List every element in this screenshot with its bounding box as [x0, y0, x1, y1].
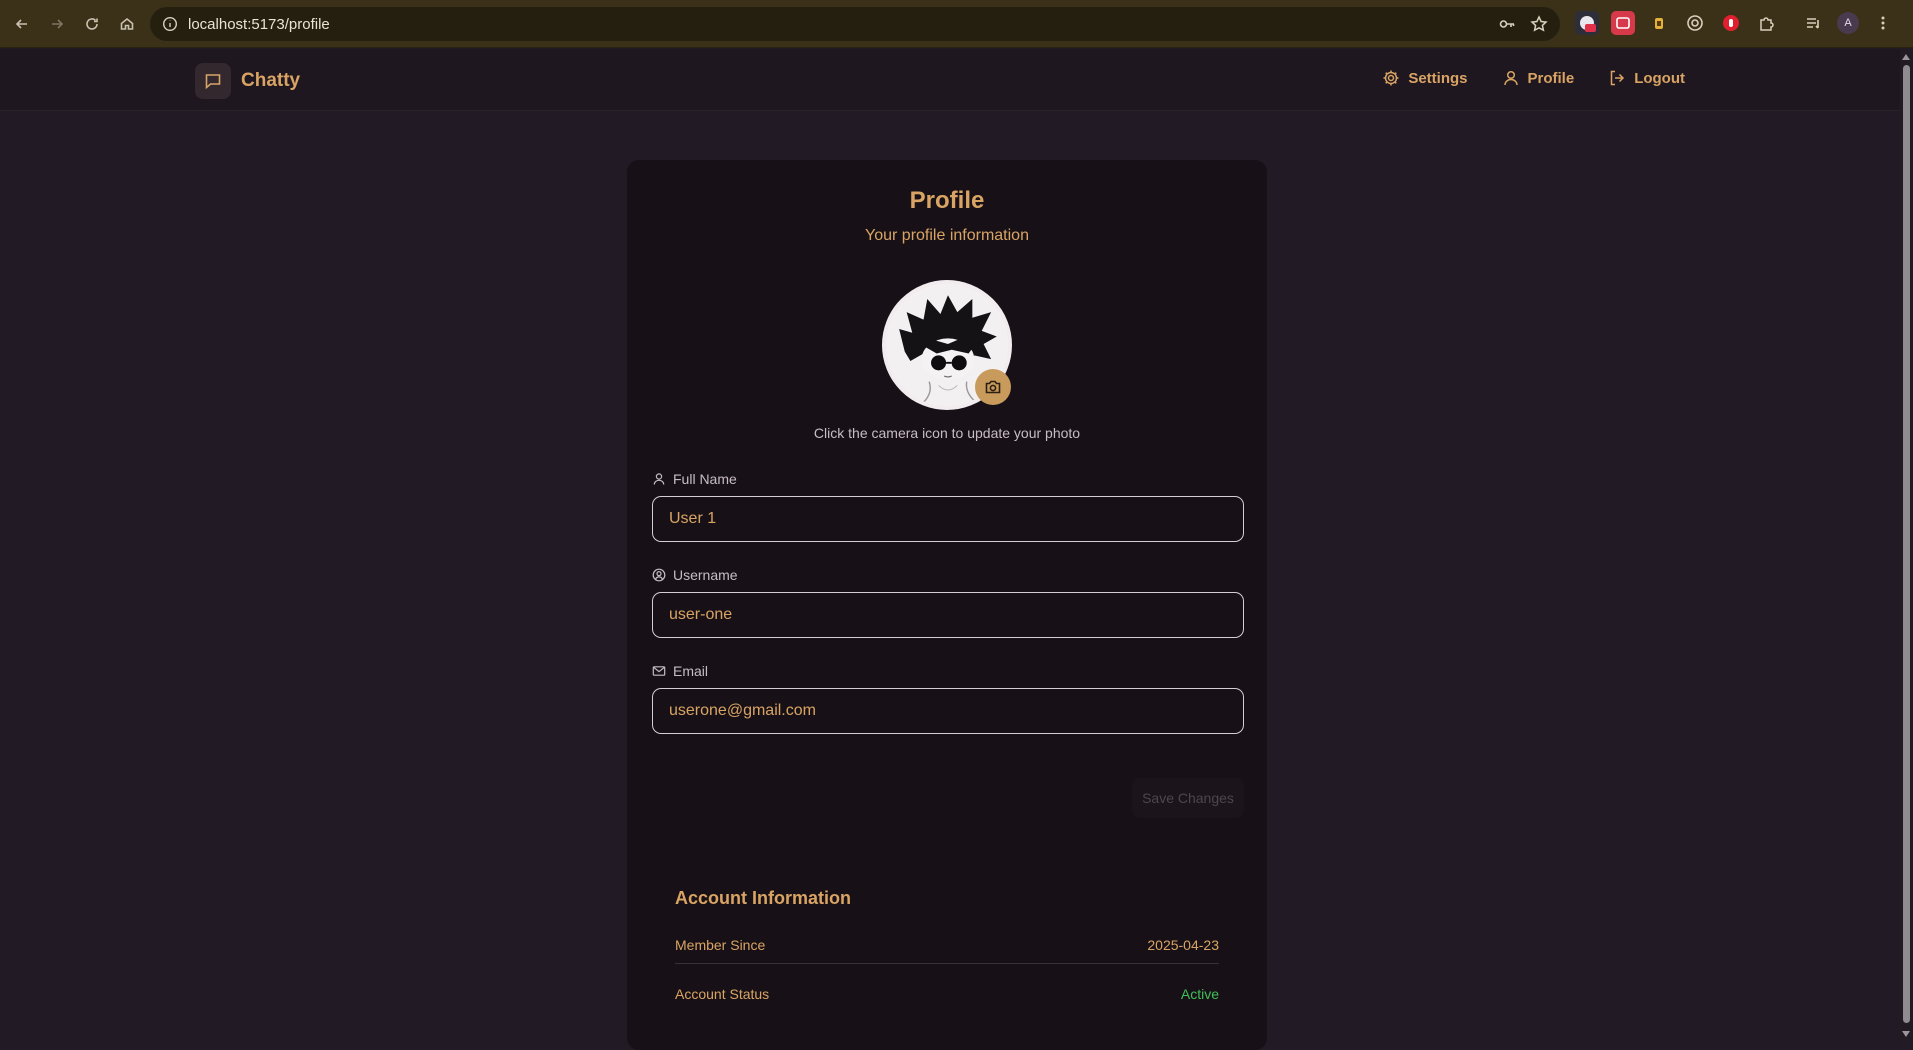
change-photo-button[interactable]: [975, 369, 1011, 405]
username-label: Username: [652, 566, 1244, 584]
nav-profile-link[interactable]: Profile: [1502, 69, 1575, 87]
full-name-label-text: Full Name: [673, 471, 737, 487]
member-since-value: 2025-04-23: [1147, 937, 1219, 953]
nav-logout-label: Logout: [1634, 69, 1685, 87]
account-status-row: Account Status Active: [675, 974, 1219, 1014]
reading-list-icon[interactable]: [1801, 11, 1825, 35]
member-since-row: Member Since 2025-04-23: [675, 925, 1219, 965]
scroll-thumb[interactable]: [1903, 65, 1910, 1023]
browser-profile-avatar[interactable]: A: [1837, 12, 1859, 34]
brand-link[interactable]: Chatty: [195, 63, 300, 99]
arrow-left-icon: [15, 18, 27, 29]
full-name-input[interactable]: [652, 496, 1244, 542]
extension-hand-icon[interactable]: [1719, 11, 1743, 35]
address-bar[interactable]: localhost:5173/profile: [150, 7, 1560, 41]
bookmark-star-icon[interactable]: [1530, 15, 1548, 33]
nav-settings-label: Settings: [1408, 69, 1468, 87]
chat-bubble-icon: [195, 63, 231, 99]
app-header: Chatty Settings Profile Logout: [0, 49, 1900, 111]
logout-icon: [1610, 70, 1625, 86]
account-divider: [675, 963, 1219, 964]
camera-icon: [985, 380, 1001, 394]
browser-toolbar: localhost:5173/profile A: [0, 0, 1913, 48]
full-name-field: Full Name: [652, 470, 1244, 542]
scroll-up-arrow[interactable]: [1902, 54, 1910, 60]
home-button[interactable]: [114, 11, 140, 37]
page-subtitle: Your profile information: [865, 227, 1029, 244]
nav-settings-link[interactable]: Settings: [1382, 69, 1468, 87]
extension-red-icon[interactable]: [1611, 11, 1635, 35]
user-icon: [1503, 70, 1518, 86]
site-info-icon[interactable]: [162, 16, 178, 32]
extensions-area: A: [1575, 11, 1895, 35]
home-icon: [120, 17, 134, 30]
extension-circle-icon[interactable]: [1683, 11, 1707, 35]
url-text[interactable]: localhost:5173/profile: [188, 16, 330, 33]
username-label-text: Username: [673, 567, 738, 583]
header-nav: Settings Profile Logout: [1382, 69, 1685, 87]
avatar-hint: Click the camera icon to update your pho…: [813, 425, 1081, 441]
email-label: Email: [652, 662, 1244, 680]
extension-off-icon[interactable]: [1575, 11, 1599, 35]
forward-button[interactable]: [44, 11, 70, 37]
extension-yellow-icon[interactable]: [1647, 11, 1671, 35]
nav-logout-link[interactable]: Logout: [1608, 69, 1685, 87]
username-input[interactable]: [652, 592, 1244, 638]
avatar-container: [882, 280, 1012, 410]
page-title: Profile: [909, 187, 985, 214]
profile-card: Profile Your profile information Click t…: [627, 160, 1267, 1050]
reload-button[interactable]: [79, 11, 105, 37]
account-status-value: Active: [1180, 986, 1219, 1002]
nav-profile-label: Profile: [1527, 69, 1575, 87]
reload-icon: [86, 17, 98, 30]
scroll-down-arrow[interactable]: [1902, 1031, 1910, 1037]
arrow-right-icon: [52, 18, 64, 29]
page-scrollbar[interactable]: [1900, 49, 1913, 1040]
user-icon: [653, 473, 665, 485]
user-circle-icon: [652, 568, 666, 582]
brand-name: Chatty: [241, 70, 301, 91]
email-input[interactable]: [652, 688, 1244, 734]
extensions-puzzle-icon[interactable]: [1755, 11, 1779, 35]
account-status-label: Account Status: [675, 986, 770, 1002]
email-field: Email: [652, 662, 1244, 734]
email-label-text: Email: [673, 663, 709, 679]
account-info-title: Account Information: [675, 888, 851, 908]
save-changes-button[interactable]: Save Changes: [1132, 778, 1244, 818]
back-button[interactable]: [9, 11, 35, 37]
gear-icon: [1383, 70, 1399, 86]
full-name-label: Full Name: [652, 470, 1244, 488]
password-key-icon[interactable]: [1498, 15, 1516, 33]
browser-menu-icon[interactable]: [1871, 11, 1895, 35]
username-field: Username: [652, 566, 1244, 638]
member-since-label: Member Since: [675, 937, 766, 953]
mail-icon: [652, 666, 666, 676]
